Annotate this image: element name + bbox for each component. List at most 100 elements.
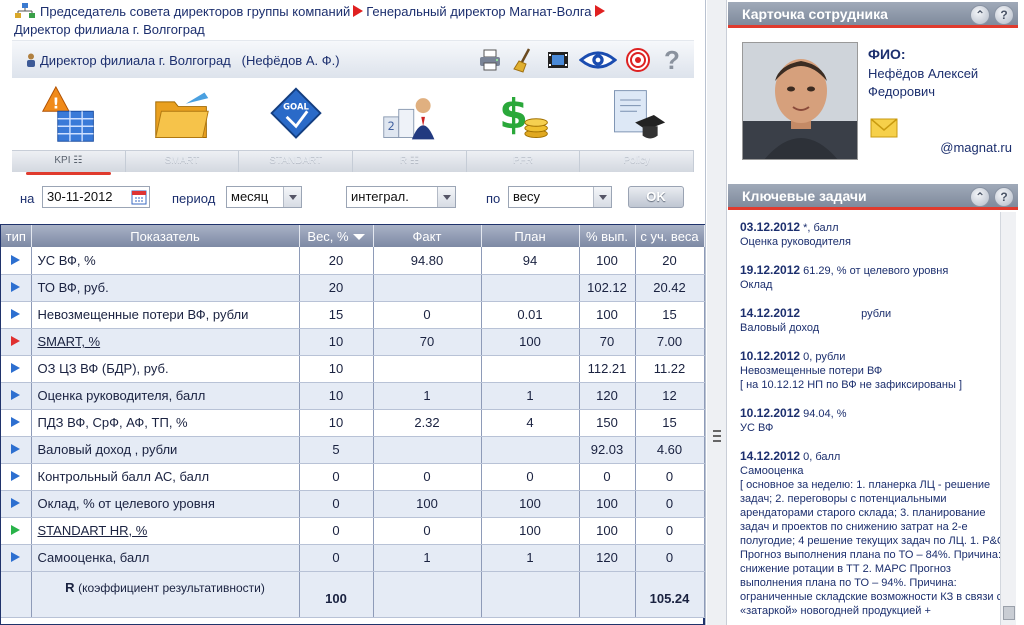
period-select[interactable]: месяц [226, 186, 302, 208]
task-item[interactable]: 19.12.2012 61.29, % от целевого уровня Ок… [740, 263, 1012, 292]
kpi-module-button[interactable]: ! [33, 81, 105, 149]
task-item[interactable]: 10.12.2012 94.04, % УС ВФ [740, 406, 1012, 435]
mode-select[interactable]: интеграл. [346, 186, 456, 208]
task-item[interactable]: 10.12.2012 0, рубли Невозмещенные потери … [740, 349, 1012, 392]
tab-pfr[interactable]: PFR [467, 151, 581, 172]
empty-cell [373, 571, 482, 618]
col-type-header[interactable]: тип [1, 225, 32, 247]
table-row[interactable]: Валовый доход , рубли 5 92.03 4.60 [1, 436, 705, 464]
indicator-cell[interactable]: SMART, % [31, 328, 300, 356]
expand-arrow-icon[interactable] [11, 282, 21, 292]
view-button[interactable] [578, 46, 618, 74]
smart-module-button[interactable] [146, 81, 218, 149]
task-item[interactable]: 14.12.2012 рубли Валовый доход [740, 306, 1012, 335]
collapse-icon[interactable]: ⌃ [970, 187, 990, 207]
type-cell[interactable] [1, 436, 32, 464]
col-weighted-header[interactable]: с уч. веса [635, 225, 705, 247]
type-cell[interactable] [1, 328, 32, 356]
r-module-button[interactable]: 2 [374, 81, 446, 149]
tab-policy[interactable]: Policy [580, 151, 695, 172]
type-cell[interactable] [1, 490, 32, 518]
type-cell[interactable] [1, 517, 32, 545]
expand-arrow-icon[interactable] [11, 309, 21, 319]
table-row[interactable]: Самооценка, балл 0 1 1 120 0 [1, 544, 705, 572]
type-cell[interactable] [1, 463, 32, 491]
indicator-link[interactable]: SMART, % [38, 334, 101, 349]
col-pct-header[interactable]: % вып. [579, 225, 636, 247]
col-plan-header[interactable]: План [481, 225, 580, 247]
collapse-icon[interactable]: ⌃ [970, 5, 990, 25]
indicator-cell: ТО ВФ, руб. [31, 274, 300, 302]
table-row[interactable]: SMART, % 10 70 100 70 7.00 [1, 328, 705, 356]
weight-cell: 5 [299, 436, 374, 464]
indicator-cell: Валовый доход , рубли [31, 436, 300, 464]
type-cell[interactable] [1, 274, 32, 302]
eye-icon [579, 51, 617, 69]
indicator-cell[interactable]: STANDART HR, % [31, 517, 300, 545]
breadcrumb-item-branch-director[interactable]: Директор филиала г. Волгоград [14, 22, 205, 37]
table-row[interactable]: Оценка руководителя, балл 10 1 1 120 12 [1, 382, 705, 410]
date-field[interactable]: 30-11-2012 [42, 186, 150, 208]
expand-arrow-icon[interactable] [11, 417, 21, 427]
calendar-icon[interactable] [131, 189, 147, 205]
help-icon[interactable]: ? [994, 5, 1014, 25]
table-row[interactable]: ТО ВФ, руб. 20 102.12 20.42 [1, 274, 705, 302]
help-icon[interactable]: ? [994, 187, 1014, 207]
tab-r[interactable]: R ☷ [353, 151, 467, 172]
tab-kpi[interactable]: KPI ☷ [12, 151, 126, 175]
tasks-scrollbar[interactable] [1000, 212, 1016, 625]
type-cell[interactable] [1, 409, 32, 437]
pct-cell: 112.21 [579, 355, 636, 383]
employee-email[interactable]: @magnat.ru [940, 140, 1012, 155]
task-item[interactable]: 14.12.2012 0, балл Самооценка [ основное з… [740, 449, 1012, 618]
svg-text:2: 2 [387, 120, 394, 133]
task-item[interactable]: 03.12.2012 *, балл Оценка руководителя [740, 220, 1012, 249]
col-indicator-header[interactable]: Показатель [31, 225, 300, 247]
scrollbar-thumb[interactable] [1003, 606, 1015, 620]
col-weight-header[interactable]: Вес, % [299, 225, 374, 247]
type-cell[interactable] [1, 301, 32, 329]
film-button[interactable] [544, 46, 572, 74]
by-select[interactable]: весу [508, 186, 612, 208]
table-row[interactable]: Невозмещенные потери ВФ, рубли 15 0 0.01 100… [1, 301, 705, 329]
tab-standart[interactable]: STANDART [239, 151, 354, 172]
org-tree-icon[interactable] [14, 3, 36, 19]
col-fact-header[interactable]: Факт [373, 225, 482, 247]
expand-arrow-icon[interactable] [11, 552, 21, 562]
expand-arrow-icon[interactable] [11, 390, 21, 400]
mail-icon[interactable] [870, 118, 898, 138]
help-button[interactable]: ? [658, 45, 686, 75]
breadcrumb-item-chairman[interactable]: Председатель совета директоров группы ко… [40, 4, 350, 19]
pane-splitter[interactable] [707, 0, 727, 625]
type-cell[interactable] [1, 382, 32, 410]
expand-arrow-icon[interactable] [11, 336, 21, 346]
pfr-module-button[interactable]: $ [487, 81, 559, 149]
type-cell[interactable] [1, 355, 32, 383]
expand-arrow-icon[interactable] [11, 254, 21, 265]
indicator-link[interactable]: STANDART HR, % [38, 523, 148, 538]
table-row[interactable]: ПДЗ ВФ, СрФ, АФ, ТП, % 10 2.32 4 150 15 [1, 409, 705, 437]
expand-arrow-icon[interactable] [11, 471, 21, 481]
standart-module-button[interactable]: GOAL [260, 81, 332, 149]
splitter-grip-icon[interactable] [713, 430, 721, 442]
table-row[interactable]: Оклад, % от целевого уровня 0 100 100 100 0 [1, 490, 705, 518]
expand-arrow-icon[interactable] [11, 525, 21, 535]
table-row[interactable]: УС ВФ, % 20 94.80 94 100 20 [1, 247, 705, 275]
type-cell[interactable] [1, 544, 32, 572]
col-weight-label: Вес, % [307, 228, 349, 244]
policy-module-button[interactable] [601, 81, 673, 149]
table-row[interactable]: ОЗ ЦЗ ВФ (БДР), руб. 10 112.21 11.22 [1, 355, 705, 383]
type-cell[interactable] [1, 247, 32, 275]
expand-arrow-icon[interactable] [11, 498, 21, 508]
table-row[interactable]: Контрольный балл АС, балл 0 0 0 0 0 [1, 463, 705, 491]
clear-button[interactable] [510, 46, 538, 74]
ok-button[interactable]: OK [628, 186, 684, 208]
task-title: Валовый доход [740, 322, 820, 334]
expand-arrow-icon[interactable] [11, 444, 21, 454]
expand-arrow-icon[interactable] [11, 363, 21, 373]
tab-smart[interactable]: SMART [126, 151, 240, 172]
breadcrumb-item-general-director[interactable]: Генеральный директор Магнат-Волга [366, 4, 591, 19]
table-row[interactable]: STANDART HR, % 0 0 100 100 0 [1, 517, 705, 545]
print-button[interactable] [476, 46, 504, 74]
target-button[interactable] [624, 46, 652, 74]
